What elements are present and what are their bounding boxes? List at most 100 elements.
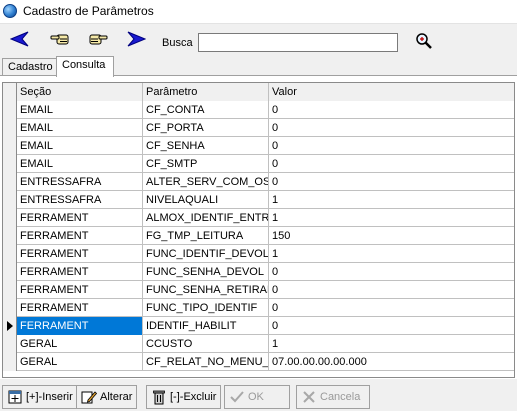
valor-cell[interactable]: 1: [269, 335, 514, 353]
valor-cell[interactable]: 0: [269, 119, 514, 137]
parametro-cell[interactable]: CCUSTO: [143, 335, 269, 353]
parametro-cell[interactable]: CF_CONTA: [143, 101, 269, 119]
tab-cadastro[interactable]: Cadastro: [2, 58, 57, 76]
valor-cell[interactable]: 150: [269, 227, 514, 245]
valor-cell[interactable]: 0: [269, 155, 514, 173]
parameters-grid[interactable]: Seção Parâmetro Valor EMAIL CF_CONTA 0 EMAI…: [2, 82, 515, 378]
secao-cell[interactable]: FERRAMENT: [17, 281, 143, 299]
table-row[interactable]: EMAIL CF_SENHA 0: [3, 137, 514, 155]
column-header-valor[interactable]: Valor: [269, 83, 514, 101]
row-indicator: [3, 155, 17, 173]
title-bar: Cadastro de Parâmetros: [0, 0, 517, 24]
valor-cell[interactable]: 0: [269, 263, 514, 281]
parametro-cell[interactable]: FG_TMP_LEITURA: [143, 227, 269, 245]
valor-cell[interactable]: 1: [269, 245, 514, 263]
excluir-label: [-]-Excluir: [170, 391, 217, 403]
insert-icon: [7, 389, 23, 405]
row-indicator: [3, 299, 17, 317]
valor-cell[interactable]: 0: [269, 281, 514, 299]
table-row[interactable]: FERRAMENT ALMOX_IDENTIF_ENTR 1: [3, 209, 514, 227]
tab-consulta[interactable]: Consulta: [56, 56, 114, 77]
table-row[interactable]: FERRAMENT FG_TMP_LEITURA 150: [3, 227, 514, 245]
row-indicator: [3, 209, 17, 227]
column-header-secao[interactable]: Seção: [17, 83, 143, 101]
table-row[interactable]: ENTRESSAFRA NIVELAQUALI 1: [3, 191, 514, 209]
secao-cell[interactable]: EMAIL: [17, 119, 143, 137]
search-button[interactable]: [412, 30, 436, 54]
parametro-cell[interactable]: CF_SENHA: [143, 137, 269, 155]
x-icon: [301, 389, 317, 405]
parametro-cell[interactable]: FUNC_IDENTIF_DEVOL: [143, 245, 269, 263]
inserir-label: [+]-Inserir: [26, 391, 73, 403]
secao-cell[interactable]: EMAIL: [17, 155, 143, 173]
last-record-button[interactable]: [122, 28, 150, 52]
search-input[interactable]: [198, 33, 398, 52]
secao-cell[interactable]: EMAIL: [17, 137, 143, 155]
table-row[interactable]: FERRAMENT FUNC_IDENTIF_DEVOL 1: [3, 245, 514, 263]
table-row[interactable]: EMAIL CF_CONTA 0: [3, 101, 514, 119]
valor-cell[interactable]: 07.00.00.00.00.000: [269, 353, 514, 371]
row-indicator: [3, 173, 17, 191]
table-row[interactable]: EMAIL CF_SMTP 0: [3, 155, 514, 173]
row-indicator: [3, 119, 17, 137]
ok-label: OK: [248, 391, 264, 403]
parametro-cell[interactable]: FUNC_SENHA_DEVOL: [143, 263, 269, 281]
parametro-cell[interactable]: CF_RELAT_NO_MENU_I: [143, 353, 269, 371]
alterar-button[interactable]: Alterar: [76, 385, 138, 409]
valor-cell[interactable]: 1: [269, 191, 514, 209]
inserir-button[interactable]: [+]-Inserir: [2, 385, 78, 409]
parametro-cell[interactable]: CF_PORTA: [143, 119, 269, 137]
valor-cell[interactable]: 0: [269, 317, 514, 335]
valor-cell[interactable]: 1: [269, 209, 514, 227]
parametro-cell[interactable]: FUNC_SENHA_RETIRAD: [143, 281, 269, 299]
table-row-selected[interactable]: FERRAMENT IDENTIF_HABILIT 0: [3, 317, 514, 335]
parametro-cell[interactable]: FUNC_TIPO_IDENTIF: [143, 299, 269, 317]
edit-icon: [81, 389, 97, 405]
table-row[interactable]: GERAL CF_RELAT_NO_MENU_I 07.00.00.00.00.00…: [3, 353, 514, 371]
arrow-right-icon: [126, 31, 147, 50]
table-row[interactable]: FERRAMENT FUNC_SENHA_DEVOL 0: [3, 263, 514, 281]
secao-cell[interactable]: FERRAMENT: [17, 227, 143, 245]
table-row[interactable]: ENTRESSAFRA ALTER_SERV_COM_OS 0: [3, 173, 514, 191]
secao-cell[interactable]: EMAIL: [17, 101, 143, 119]
parametro-cell[interactable]: NIVELAQUALI: [143, 191, 269, 209]
table-row[interactable]: GERAL CCUSTO 1: [3, 335, 514, 353]
row-indicator: [3, 281, 17, 299]
parametro-cell[interactable]: CF_SMTP: [143, 155, 269, 173]
valor-cell[interactable]: 0: [269, 173, 514, 191]
secao-cell[interactable]: FERRAMENT: [17, 209, 143, 227]
parametro-cell[interactable]: IDENTIF_HABILIT: [143, 317, 269, 335]
parametro-cell[interactable]: ALTER_SERV_COM_OS: [143, 173, 269, 191]
ok-button[interactable]: OK: [224, 385, 290, 409]
navigation-toolbar: Busca: [0, 25, 517, 55]
secao-cell[interactable]: FERRAMENT: [17, 263, 143, 281]
action-bar: [+]-Inserir Alterar [-]-Excluir OK Cance…: [0, 381, 517, 411]
column-header-parametro[interactable]: Parâmetro: [143, 83, 269, 101]
secao-cell[interactable]: FERRAMENT: [17, 299, 143, 317]
secao-cell[interactable]: ENTRESSAFRA: [17, 173, 143, 191]
first-record-button[interactable]: [6, 28, 34, 52]
arrow-left-icon: [9, 31, 30, 50]
parametro-cell[interactable]: ALMOX_IDENTIF_ENTR: [143, 209, 269, 227]
secao-cell[interactable]: GERAL: [17, 335, 143, 353]
row-indicator: [3, 317, 17, 335]
excluir-button[interactable]: [-]-Excluir: [146, 385, 222, 409]
table-row[interactable]: FERRAMENT FUNC_SENHA_RETIRAD 0: [3, 281, 514, 299]
magnifier-icon: [415, 32, 433, 53]
previous-record-button[interactable]: [46, 28, 74, 52]
window-title: Cadastro de Parâmetros: [23, 4, 154, 18]
secao-cell[interactable]: FERRAMENT: [17, 245, 143, 263]
valor-cell[interactable]: 0: [269, 137, 514, 155]
secao-cell[interactable]: GERAL: [17, 353, 143, 371]
search-label: Busca: [162, 37, 193, 49]
valor-cell[interactable]: 0: [269, 101, 514, 119]
next-record-button[interactable]: [84, 28, 112, 52]
trash-icon: [151, 389, 167, 405]
valor-cell[interactable]: 0: [269, 299, 514, 317]
secao-cell[interactable]: ENTRESSAFRA: [17, 191, 143, 209]
secao-cell[interactable]: FERRAMENT: [17, 317, 143, 335]
row-indicator: [3, 263, 17, 281]
table-row[interactable]: EMAIL CF_PORTA 0: [3, 119, 514, 137]
cancela-button[interactable]: Cancela: [296, 385, 370, 409]
table-row[interactable]: FERRAMENT FUNC_TIPO_IDENTIF 0: [3, 299, 514, 317]
